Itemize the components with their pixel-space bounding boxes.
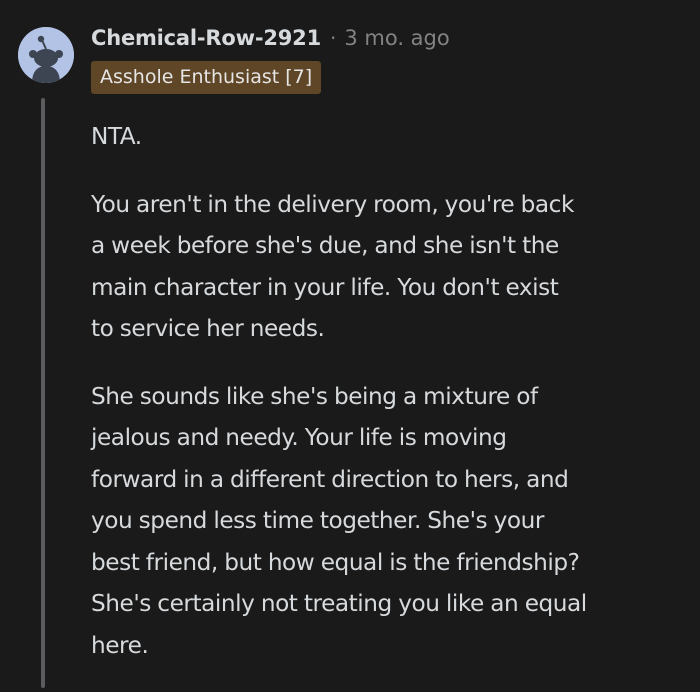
- text-line: to service her needs.: [91, 315, 325, 342]
- thread-collapse-line[interactable]: [41, 98, 45, 688]
- text-line: a week before she's due, and she isn't t…: [91, 232, 559, 259]
- text-line: She's certainly not treating you like an…: [91, 590, 587, 617]
- text-line: best friend, but how equal is the friend…: [91, 548, 580, 576]
- username-link[interactable]: Chemical-Row-2921: [91, 26, 321, 50]
- text-line: forward in a different direction to hers…: [91, 465, 569, 493]
- comment: Chemical-Row-2921 · 3 mo. ago Asshole En…: [0, 0, 700, 688]
- comment-meta: Chemical-Row-2921 · 3 mo. ago: [91, 20, 450, 56]
- reddit-snoo-avatar-icon: [18, 27, 74, 83]
- text-line: you spend less time together. She's your: [91, 507, 544, 534]
- meta-separator: ·: [329, 26, 337, 50]
- comment-timestamp[interactable]: 3 mo. ago: [344, 26, 449, 50]
- comment-paragraph: She sounds like she's being a mixture of…: [91, 376, 691, 667]
- text-line: She sounds like she's being a mixture of: [91, 382, 538, 410]
- text-line: here.: [91, 631, 149, 659]
- text-line: NTA.: [91, 123, 142, 150]
- user-flair: Asshole Enthusiast [7]: [91, 61, 322, 94]
- text-line: main character in your life. You don't e…: [91, 273, 559, 301]
- user-avatar[interactable]: [18, 27, 74, 83]
- comment-paragraph: You aren't in the delivery room, you're …: [91, 184, 691, 350]
- text-line: You aren't in the delivery room, you're …: [91, 190, 574, 218]
- comment-paragraph: NTA.: [91, 116, 691, 158]
- comment-body: NTA. You aren't in the delivery room, yo…: [91, 116, 691, 692]
- text-line: jealous and needy. Your life is moving: [91, 424, 507, 451]
